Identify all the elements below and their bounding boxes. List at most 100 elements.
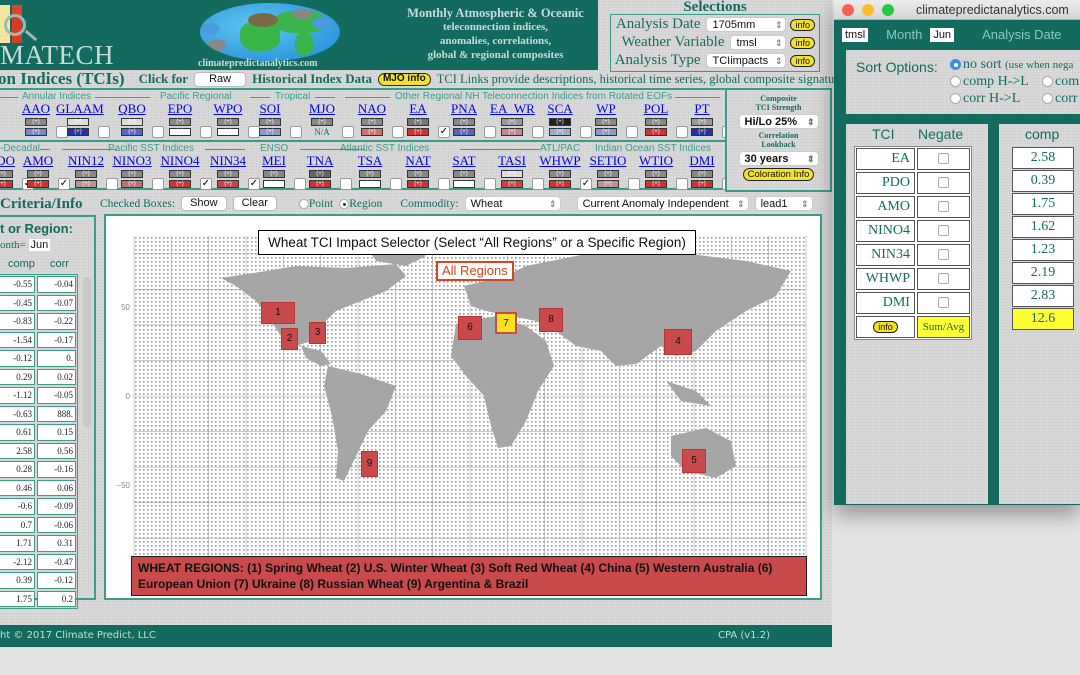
region-box-8[interactable]: 8	[539, 308, 563, 332]
index-link[interactable]: SAT	[442, 154, 486, 168]
close-icon[interactable]	[842, 4, 854, 16]
region-box-5[interactable]: 5	[682, 449, 706, 473]
positive-chip[interactable]: (+)	[0, 170, 13, 178]
negative-chip[interactable]: (+)	[359, 180, 381, 188]
negative-chip[interactable]: (+)	[121, 128, 143, 136]
negative-chip[interactable]: (+)	[169, 180, 191, 188]
index-link[interactable]: DMI	[680, 154, 724, 168]
positive-chip[interactable]: (+)	[121, 118, 143, 126]
positive-chip[interactable]: (+)	[309, 170, 331, 178]
index-link[interactable]: GLAAM	[56, 102, 104, 116]
positive-chip[interactable]: (+)	[121, 170, 143, 178]
negative-chip[interactable]: (+)	[121, 180, 143, 188]
comp-hl-radio[interactable]	[950, 76, 961, 88]
negative-chip[interactable]: (+)	[595, 128, 617, 136]
negate-checkbox[interactable]	[937, 249, 949, 261]
index-link[interactable]: SCA	[538, 102, 582, 116]
index-link[interactable]: EA	[396, 102, 440, 116]
sort-comp-hl-option[interactable]: comp H->L	[950, 74, 1029, 90]
index-link[interactable]: TSA	[348, 154, 392, 168]
index-link[interactable]: NIN12	[64, 154, 108, 168]
negative-chip[interactable]: (+)	[549, 128, 571, 136]
negative-chip[interactable]: (+)	[27, 180, 49, 188]
mjo-info-button[interactable]: MJO info	[377, 72, 431, 86]
negative-chip[interactable]: (+)	[691, 128, 713, 136]
positive-chip[interactable]: (+)	[595, 118, 617, 126]
region-box-2[interactable]: 2	[281, 328, 298, 350]
positive-chip[interactable]: (+)	[549, 170, 571, 178]
negate-checkbox[interactable]	[937, 177, 949, 189]
positive-chip[interactable]: (+)	[453, 118, 475, 126]
index-link[interactable]: NINO3	[110, 154, 154, 168]
positive-chip[interactable]: (+)	[501, 118, 523, 126]
region-box-1[interactable]: 1	[261, 302, 295, 324]
no-sort-radio[interactable]	[950, 59, 961, 71]
lookback-select[interactable]: 30 years	[738, 151, 819, 167]
positive-chip[interactable]: (+)	[597, 170, 619, 178]
corr-hl-radio[interactable]	[950, 93, 961, 105]
index-link[interactable]: AAO	[14, 102, 58, 116]
negative-chip[interactable]: (+)	[407, 180, 429, 188]
index-link[interactable]: WPO	[206, 102, 250, 116]
index-link[interactable]: PT	[680, 102, 724, 116]
negate-checkbox[interactable]	[937, 273, 949, 285]
negative-chip[interactable]: (+)	[169, 128, 191, 136]
negative-chip[interactable]: (+)	[217, 180, 239, 188]
positive-chip[interactable]: (+)	[407, 118, 429, 126]
positive-chip[interactable]: (+)	[645, 118, 667, 126]
analysis-date-select[interactable]: 1705mm	[706, 17, 787, 33]
index-link[interactable]: TASI	[490, 154, 534, 168]
commodity-select[interactable]: Wheat	[464, 196, 561, 212]
negate-checkbox[interactable]	[937, 225, 949, 237]
negate-checkbox[interactable]	[937, 201, 949, 213]
criteria-scrollbar[interactable]	[83, 277, 91, 427]
negative-chip[interactable]: (+)	[453, 128, 475, 136]
positive-chip[interactable]: (+)	[217, 170, 239, 178]
index-link[interactable]: WHWP	[538, 154, 582, 168]
region-box-7[interactable]: 7	[495, 312, 517, 334]
positive-chip[interactable]: (+)	[361, 118, 383, 126]
positive-chip[interactable]: (+)	[691, 118, 713, 126]
negative-chip[interactable]: (+)	[501, 128, 523, 136]
index-link[interactable]: MJO	[300, 102, 344, 116]
region-radio-group[interactable]: Region	[339, 198, 382, 210]
negative-chip[interactable]: (+)	[453, 180, 475, 188]
tci-info-button[interactable]: info	[873, 321, 898, 333]
weather-variable-info-button[interactable]: info	[790, 36, 815, 49]
popup-titlebar[interactable]: climatepredictanalytics.com	[834, 0, 1080, 20]
index-link[interactable]: WTIO	[634, 154, 678, 168]
region-box-9[interactable]: 9	[361, 451, 378, 477]
index-link[interactable]: POL	[634, 102, 678, 116]
index-link[interactable]: WP	[584, 102, 628, 116]
index-link[interactable]: SOI	[248, 102, 292, 116]
negate-checkbox[interactable]	[937, 297, 949, 309]
coloration-info-button[interactable]: Coloration Info	[742, 168, 815, 181]
negative-chip[interactable]: (+)	[645, 180, 667, 188]
negate-checkbox[interactable]	[937, 153, 949, 165]
analysis-type-select[interactable]: TCIimpacts	[706, 53, 787, 69]
minimize-icon[interactable]	[862, 4, 874, 16]
positive-chip[interactable]: (+)	[407, 170, 429, 178]
show-button[interactable]: Show	[181, 196, 227, 211]
region-box-6[interactable]: 6	[458, 316, 482, 340]
lead-select[interactable]: lead1	[754, 196, 813, 212]
point-radio-group[interactable]: Point	[298, 198, 333, 210]
negative-chip[interactable]: (+)	[597, 180, 619, 188]
analysis-date-info-button[interactable]: info	[790, 18, 815, 31]
positive-chip[interactable]: (+)	[169, 170, 191, 178]
index-link[interactable]: TNA	[298, 154, 342, 168]
index-link[interactable]: PNA	[442, 102, 486, 116]
positive-chip[interactable]: (+)	[645, 170, 667, 178]
positive-chip[interactable]: (+)	[217, 118, 239, 126]
sum-avg-cell[interactable]: Sum/Avg	[916, 316, 970, 338]
index-link[interactable]: SETIO	[586, 154, 630, 168]
positive-chip[interactable]: (+)	[25, 118, 47, 126]
negative-chip[interactable]: (+)	[217, 128, 239, 136]
positive-chip[interactable]: (+)	[359, 170, 381, 178]
maximize-icon[interactable]	[882, 4, 894, 16]
positive-chip[interactable]: (+)	[75, 170, 97, 178]
negative-chip[interactable]: (+)	[549, 180, 571, 188]
negative-chip[interactable]: (+)	[501, 180, 523, 188]
sort-no-sort-option[interactable]: no sort (use when nega	[950, 57, 1073, 73]
point-radio[interactable]	[298, 198, 309, 209]
